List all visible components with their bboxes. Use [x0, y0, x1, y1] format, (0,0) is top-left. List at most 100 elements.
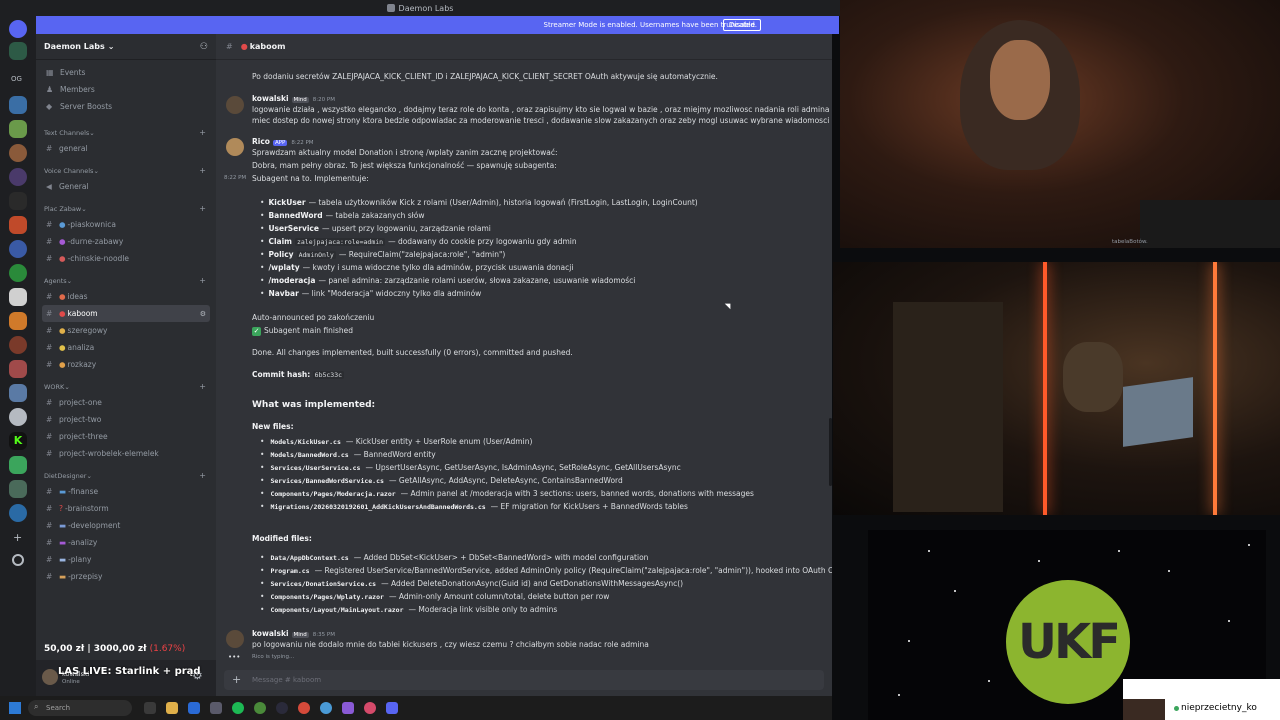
- author-name[interactable]: Rico: [252, 137, 270, 146]
- chrome-icon[interactable]: [320, 702, 332, 714]
- server-icon[interactable]: [9, 240, 27, 258]
- channel-finanse[interactable]: # ▬ -finanse: [42, 483, 210, 500]
- channel-analizy[interactable]: # ▬ -analizy: [42, 534, 210, 551]
- channel-analiza[interactable]: # ● analiza: [42, 339, 210, 356]
- taskbar-search[interactable]: ⌕ Search: [28, 700, 132, 716]
- server-icon[interactable]: [9, 336, 27, 354]
- channel-label: general: [59, 144, 88, 153]
- heading-text: New files:: [252, 422, 294, 431]
- server-icon[interactable]: [9, 288, 27, 306]
- message-composer[interactable]: + Message # kaboom: [224, 670, 824, 690]
- discover-icon[interactable]: [12, 554, 24, 566]
- category-plac-zabaw[interactable]: Plac Zabaw ⌄ +: [36, 199, 216, 216]
- channel-project-one[interactable]: # project-one: [42, 394, 210, 411]
- add-channel-icon[interactable]: +: [199, 204, 206, 213]
- channel-szeregowy[interactable]: # ● szeregowy: [42, 322, 210, 339]
- channel-durne-zabawy[interactable]: # ● -durne-zabawy: [42, 233, 210, 250]
- bullet-dot: •: [260, 237, 265, 246]
- app-icon[interactable]: [254, 702, 266, 714]
- bullet-dot: •: [260, 502, 265, 511]
- category-voice-channels[interactable]: Voice Channels ⌄ +: [36, 161, 216, 178]
- add-server-icon[interactable]: +: [13, 531, 22, 544]
- category-agents[interactable]: Agents ⌄ +: [36, 271, 216, 288]
- bullet-item: • Policy AdminOnly — RequireClaim("zalejpaj…: [260, 250, 505, 259]
- server-icon[interactable]: [9, 42, 27, 60]
- server-icon[interactable]: [9, 96, 27, 114]
- nav-events[interactable]: ▦ Events: [36, 64, 216, 81]
- channel-general[interactable]: # general: [42, 140, 210, 157]
- nav-server-boosts[interactable]: ◆ Server Boosts: [36, 98, 216, 115]
- server-icon[interactable]: [9, 504, 27, 522]
- windows-start-icon[interactable]: [9, 702, 21, 714]
- app-icon[interactable]: [342, 702, 354, 714]
- file-desc: — Added DbSet<KickUser> + DbSet<BannedWo…: [353, 553, 649, 562]
- voice-channel-general[interactable]: ◀ General: [42, 178, 210, 195]
- category-label: WORK: [44, 383, 65, 391]
- channel-project-two[interactable]: # project-two: [42, 411, 210, 428]
- server-icon[interactable]: [9, 456, 27, 474]
- file-path: Services/DonationService.cs: [270, 580, 377, 588]
- discord-taskbar-icon[interactable]: [386, 702, 398, 714]
- server-icon[interactable]: [9, 192, 27, 210]
- channel-development[interactable]: # ▬ -development: [42, 517, 210, 534]
- add-channel-icon[interactable]: +: [199, 276, 206, 285]
- avatar[interactable]: [226, 138, 244, 156]
- file-explorer-icon[interactable]: [166, 702, 178, 714]
- bullet-dot: •: [260, 566, 265, 575]
- author-name[interactable]: kowalski: [252, 94, 289, 103]
- channel-piaskownica[interactable]: # ● -piaskownica: [42, 216, 210, 233]
- category-dietdesigner[interactable]: DietDesigner ⌄ +: [36, 466, 216, 483]
- add-member-icon[interactable]: ⚇: [200, 42, 208, 52]
- hash-icon: #: [46, 487, 53, 496]
- disable-streamer-mode-button[interactable]: Disable: [723, 19, 761, 31]
- server-icon[interactable]: [9, 144, 27, 162]
- app-icon[interactable]: [188, 702, 200, 714]
- task-view-icon[interactable]: [144, 702, 156, 714]
- server-icon[interactable]: [9, 120, 27, 138]
- channel-rozkazy[interactable]: # ● rozkazy: [42, 356, 210, 373]
- server-icon[interactable]: [9, 216, 27, 234]
- category-work[interactable]: WORK ⌄ +: [36, 377, 216, 394]
- chat-scrollbar[interactable]: [829, 418, 832, 486]
- channel-project-wrobelek-elemelek[interactable]: # project-wrobelek-elemelek: [42, 445, 210, 462]
- kick-server-icon[interactable]: K: [9, 432, 27, 450]
- app-icon[interactable]: [298, 702, 310, 714]
- add-attachment-icon[interactable]: +: [232, 673, 241, 686]
- channel-project-three[interactable]: # project-three: [42, 428, 210, 445]
- category-text-channels[interactable]: Text Channels ⌄ +: [36, 123, 216, 140]
- server-label-og[interactable]: OG: [11, 75, 22, 83]
- avatar[interactable]: [42, 669, 58, 685]
- server-icon[interactable]: [9, 384, 27, 402]
- spotify-icon[interactable]: [232, 702, 244, 714]
- add-channel-icon[interactable]: +: [199, 471, 206, 480]
- guild-header[interactable]: Daemon Labs ⌄ ⚇: [36, 34, 216, 60]
- message-text: Done. All changes implemented, built suc…: [252, 348, 573, 357]
- add-channel-icon[interactable]: +: [199, 166, 206, 175]
- avatar[interactable]: [226, 96, 244, 114]
- channel-przepisy[interactable]: # ▬ -przepisy: [42, 568, 210, 585]
- obs-icon[interactable]: [276, 702, 288, 714]
- add-channel-icon[interactable]: +: [199, 128, 206, 137]
- channel-chinskie-noodle[interactable]: # ● -chinskie-noodle: [42, 250, 210, 267]
- home-discord-icon[interactable]: [9, 20, 27, 38]
- server-icon[interactable]: [9, 168, 27, 186]
- server-icon[interactable]: [9, 312, 27, 330]
- app-icon[interactable]: [210, 702, 222, 714]
- app-icon[interactable]: [364, 702, 376, 714]
- channel-ideas[interactable]: # ● ideas: [42, 288, 210, 305]
- gear-icon[interactable]: ⚙: [200, 310, 206, 318]
- author-name[interactable]: kowalski: [252, 629, 289, 638]
- nav-members[interactable]: ♟ Members: [36, 81, 216, 98]
- bullet-dot: •: [260, 437, 265, 446]
- server-icon[interactable]: [9, 480, 27, 498]
- channel-plany[interactable]: # ▬ -plany: [42, 551, 210, 568]
- channel-brainstorm[interactable]: #? -brainstorm: [42, 500, 210, 517]
- channel-emoji-icon: ●: [59, 309, 66, 318]
- bullet-value: — RequireClaim("zalejpajaca:role", "admi…: [338, 250, 506, 259]
- server-icon[interactable]: [9, 408, 27, 426]
- avatar[interactable]: [226, 630, 244, 648]
- server-icon[interactable]: [9, 264, 27, 282]
- channel-kaboom[interactable]: # ● kaboom ⚙: [42, 305, 210, 322]
- add-channel-icon[interactable]: +: [199, 382, 206, 391]
- server-icon[interactable]: [9, 360, 27, 378]
